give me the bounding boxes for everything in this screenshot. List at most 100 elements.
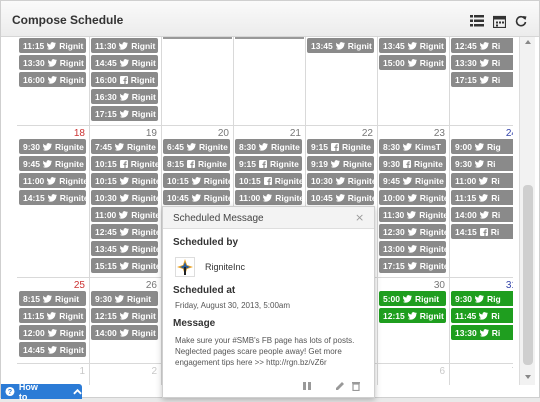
scheduled-post-pill[interactable]: 11:15 Rignit <box>19 38 86 53</box>
post-time: 10:30 <box>95 192 117 203</box>
twitter-bird-icon <box>479 75 489 84</box>
post-account: Rignit <box>131 57 156 68</box>
post-account: Rignite <box>203 192 230 203</box>
twitter-network-indicator <box>115 142 125 151</box>
scheduled-post-pill[interactable]: 11:15 Ri <box>451 190 513 205</box>
refresh-button[interactable] <box>511 11 531 31</box>
week-top-bar <box>235 37 304 39</box>
scheduled-post-pill[interactable]: 14:45 Rignit <box>19 342 86 357</box>
day-number: 21 <box>289 128 301 139</box>
post-time: 11:00 <box>455 175 477 186</box>
scheduled-post-pill[interactable]: 8:30 Rignite <box>235 139 302 154</box>
post-account: Rignit <box>131 310 156 321</box>
pause-icon[interactable] <box>302 381 312 391</box>
scheduled-post-pill[interactable]: 14:15 Ri <box>451 224 513 239</box>
scheduled-post-pill[interactable]: 13:45 Rignit <box>307 38 374 53</box>
scheduled-post-pill[interactable]: 5:00 Rignit <box>379 291 446 306</box>
week-top-bar <box>163 37 232 39</box>
scheduled-post-pill[interactable]: 10:30 Rignite <box>307 173 374 188</box>
scheduled-post-pill[interactable]: 11:00 Rignite <box>91 207 158 222</box>
scheduled-post-pill[interactable]: 12:15 Rignit <box>91 308 158 323</box>
scheduled-post-pill[interactable]: 8:15 Rignite <box>163 156 230 171</box>
list-view-button[interactable] <box>467 11 487 31</box>
scheduled-post-pill[interactable]: 16:00 Rignit <box>91 72 158 87</box>
scheduled-post-pill[interactable]: 13:30 Rignit <box>19 55 86 70</box>
scheduled-post-pill[interactable]: 9:00 Rig <box>451 139 513 154</box>
scheduled-post-pill[interactable]: 10:15 Rignite <box>91 173 158 188</box>
scrollbar-thumb[interactable] <box>523 185 533 365</box>
scheduled-post-pill[interactable]: 10:45 Rignite <box>163 190 230 205</box>
scheduled-post-pill[interactable]: 14:00 Rignit <box>91 325 158 340</box>
close-icon[interactable]: × <box>355 211 364 224</box>
scheduled-post-pill[interactable]: 11:15 Rignit <box>19 308 86 323</box>
scheduled-post-pill[interactable]: 11:45 Ri <box>451 308 513 323</box>
scheduled-post-pill[interactable]: 6:45 Rignite <box>163 139 230 154</box>
scheduled-post-pill[interactable]: 13:30 Ri <box>451 325 513 340</box>
scheduled-post-pill[interactable]: 13:00 Rignite <box>379 241 446 256</box>
twitter-network-indicator <box>47 345 57 354</box>
scheduled-post-pill[interactable]: 15:00 Rignit <box>379 55 446 70</box>
post-time: 13:45 <box>95 243 117 254</box>
scroll-up-arrow-icon[interactable] <box>525 39 531 45</box>
scheduled-post-pill[interactable]: 7:45 Rignite <box>91 139 158 154</box>
scheduled-post-pill[interactable]: 9:30 Rignit <box>91 291 158 306</box>
scheduled-post-pill[interactable]: 9:30 Rig <box>451 291 513 306</box>
post-account: Rignite <box>347 192 374 203</box>
scheduled-post-pill[interactable]: 9:45 Rignite <box>19 156 86 171</box>
scheduled-post-pill[interactable]: 12:45 Ri <box>451 38 513 53</box>
edit-pencil-icon[interactable] <box>335 381 345 391</box>
scheduled-post-pill[interactable]: 12:15 Rignit <box>379 308 446 323</box>
scheduled-post-pill[interactable]: 10:15 Rignite <box>163 173 230 188</box>
twitter-bird-icon <box>119 328 129 337</box>
post-time: 12:45 <box>455 40 477 51</box>
scheduled-post-pill[interactable]: 11:00 Rignite <box>19 173 86 188</box>
scroll-down-arrow-icon[interactable] <box>525 374 531 380</box>
scheduled-post-pill[interactable]: 11:00 Ri <box>451 173 513 188</box>
scheduled-post-pill[interactable]: 12:30 Rignite <box>379 224 446 239</box>
scheduled-post-pill[interactable]: 12:00 Rignit <box>19 325 86 340</box>
scheduled-post-pill[interactable]: 9:45 Rignite <box>379 173 446 188</box>
vertical-scrollbar[interactable] <box>519 37 535 385</box>
scheduled-post-pill[interactable]: 9:19 Rignite <box>307 156 374 171</box>
post-account: Ri <box>491 40 501 51</box>
scheduled-post-pill[interactable]: 9:30 Ri <box>451 156 513 171</box>
scheduled-post-pill[interactable]: 14:00 Ri <box>451 207 513 222</box>
scheduled-post-pill[interactable]: 9:15 Rignite <box>307 139 374 154</box>
scheduled-post-pill[interactable]: 13:30 Ri <box>451 55 513 70</box>
post-account: Rignite <box>343 158 372 169</box>
post-time: 14:45 <box>95 57 117 68</box>
scheduled-post-pill[interactable]: 14:45 Rignit <box>91 55 158 70</box>
scheduled-post-pill[interactable]: 11:30 Rignite <box>379 207 446 222</box>
scheduled-post-pill[interactable]: 8:15 Rignit <box>19 291 86 306</box>
scheduled-post-pill[interactable]: 13:45 Rignit <box>379 38 446 53</box>
scheduled-post-pill[interactable]: 10:15 Rignite <box>91 156 158 171</box>
scheduled-post-pill[interactable]: 17:15 Rignit <box>91 106 158 121</box>
trash-icon[interactable] <box>351 381 361 391</box>
scheduled-post-pill[interactable]: 17:15 Rignite <box>379 258 446 273</box>
calendar-view-button[interactable] <box>489 11 509 31</box>
how-to-button[interactable]: ? How to <box>1 382 82 402</box>
scheduled-post-pill[interactable]: 10:15 Rignite <box>235 173 302 188</box>
scheduled-post-pill[interactable]: 13:45 Rignite <box>91 241 158 256</box>
scheduled-post-pill[interactable]: 10:30 Rignite <box>91 190 158 205</box>
post-time: 16:00 <box>23 74 45 85</box>
scheduled-post-pill[interactable]: 10:45 Rignite <box>307 190 374 205</box>
post-time: 14:15 <box>455 226 477 237</box>
scheduled-post-pill[interactable]: 14:15 Rignite <box>19 190 86 205</box>
twitter-bird-icon <box>479 311 489 320</box>
scheduled-post-pill[interactable]: 10:00 Rignite <box>379 190 446 205</box>
scheduled-post-pill[interactable]: 12:45 Rignite <box>91 224 158 239</box>
scheduled-post-pill[interactable]: 8:30 KimsT <box>379 139 446 154</box>
scheduled-post-pill[interactable]: 16:30 Rignit <box>91 89 158 104</box>
scheduled-post-pill[interactable]: 15:15 Rignite <box>91 258 158 273</box>
scheduled-post-pill[interactable]: 11:30 Rignit <box>91 38 158 53</box>
scheduled-post-pill[interactable]: 17:15 Ri <box>451 72 513 87</box>
scheduled-post-pill[interactable]: 9:30 Rignite <box>379 156 446 171</box>
scheduled-post-pill[interactable]: 16:00 Rignit <box>19 72 86 87</box>
scheduled-post-pill[interactable]: 11:00 Rignite <box>235 190 302 205</box>
scheduled-post-pill[interactable]: 9:15 Rignite <box>235 156 302 171</box>
scheduled-post-pill[interactable]: 9:30 Rignite <box>19 139 86 154</box>
twitter-bird-icon <box>407 58 417 67</box>
post-time: 11:00 <box>23 175 45 186</box>
twitter-bird-icon <box>119 227 129 236</box>
